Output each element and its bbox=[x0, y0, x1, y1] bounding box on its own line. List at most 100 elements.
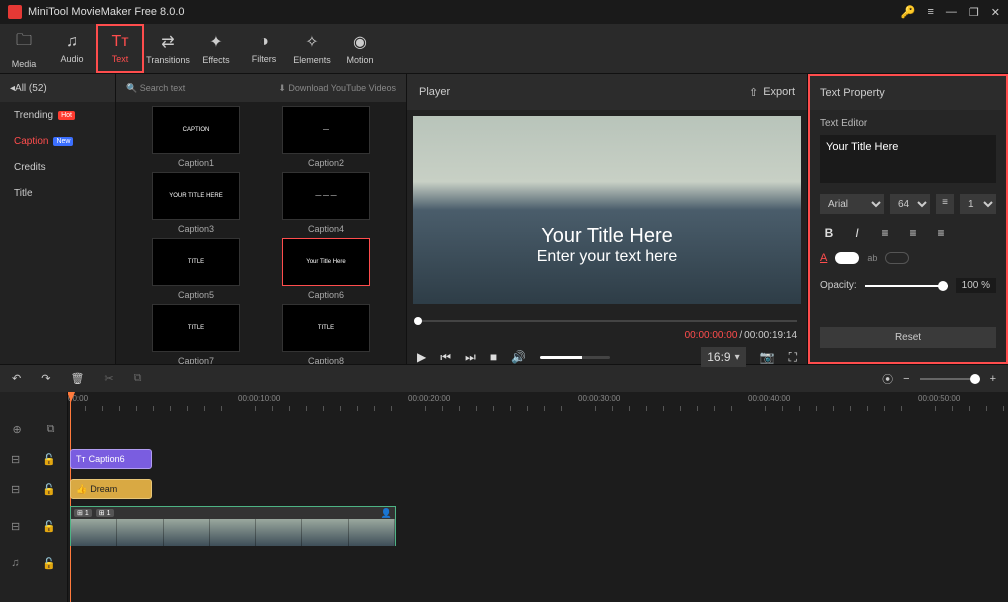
caption-clip[interactable]: TᴛCaption6 bbox=[70, 449, 152, 469]
font-color-button[interactable]: A bbox=[820, 252, 827, 264]
caption-thumb[interactable]: — — — bbox=[282, 172, 370, 220]
text-editor-input[interactable]: Your Title Here bbox=[820, 135, 996, 183]
track-lock-3[interactable]: 🔓 bbox=[42, 520, 56, 533]
caption-item[interactable]: — — — Caption4 bbox=[266, 172, 386, 234]
sidebar-caption[interactable]: CaptionNew bbox=[0, 128, 115, 154]
align-right-button[interactable]: ≡ bbox=[932, 224, 950, 242]
line-select[interactable]: 1 bbox=[960, 194, 996, 214]
track-audio-icon[interactable]: ♫ bbox=[11, 557, 19, 569]
caption-thumb[interactable]: YOUR TITLE HERE bbox=[152, 172, 240, 220]
crop-button[interactable]: ⧉ bbox=[134, 372, 142, 385]
download-link[interactable]: ⬇ Download YouTube Videos bbox=[278, 83, 396, 94]
zoom-slider[interactable] bbox=[920, 378, 980, 380]
audio-clip[interactable]: 👍Dream bbox=[70, 479, 152, 499]
opacity-label: Opacity: bbox=[820, 280, 857, 291]
caption-thumb[interactable]: — bbox=[282, 106, 370, 154]
audio-track[interactable]: 👍Dream bbox=[68, 474, 1008, 504]
sidebar-title[interactable]: Title bbox=[0, 180, 115, 206]
maximize-button[interactable]: ❐ bbox=[969, 6, 979, 19]
align-left-button[interactable]: ≡ bbox=[876, 224, 894, 242]
key-icon[interactable]: 🔑 bbox=[901, 5, 916, 19]
player-viewport[interactable]: Your Title Here Enter your text here bbox=[413, 116, 801, 304]
caption-item[interactable]: —Caption2 bbox=[266, 106, 386, 168]
video-track[interactable]: ⊞ 1⊞ 1👤 bbox=[68, 504, 1008, 548]
track-lock-1[interactable]: 🔓 bbox=[42, 453, 56, 466]
caption-thumb[interactable]: TITLE bbox=[282, 304, 370, 352]
caption-item[interactable]: CAPTIONCaption1 bbox=[136, 106, 256, 168]
caption-item[interactable]: YOUR TITLE HERECaption3 bbox=[136, 172, 256, 234]
stop-button[interactable]: ■ bbox=[490, 350, 497, 364]
track-visible-3[interactable]: ⊟ bbox=[11, 520, 20, 533]
caption-name: Caption4 bbox=[308, 224, 344, 234]
reset-button[interactable]: Reset bbox=[820, 327, 996, 348]
export-button[interactable]: ⇧Export bbox=[749, 86, 795, 99]
bold-button[interactable]: B bbox=[820, 224, 838, 242]
caption-item[interactable]: TITLECaption5 bbox=[136, 238, 256, 300]
close-button[interactable]: ✕ bbox=[991, 6, 1000, 19]
volume-icon[interactable]: 🔊 bbox=[511, 350, 526, 364]
sidebar-credits[interactable]: Credits bbox=[0, 154, 115, 180]
aspect-ratio-select[interactable]: 16:9 ▾ bbox=[701, 347, 745, 367]
highlight-button[interactable]: ab bbox=[867, 253, 877, 263]
cut-button[interactable]: ✂ bbox=[104, 372, 113, 385]
add-track-button[interactable]: ⊕ bbox=[12, 423, 21, 436]
toolbar-motion[interactable]: ◉Motion bbox=[336, 24, 384, 73]
caption-thumb[interactable]: TITLE bbox=[152, 238, 240, 286]
align-button[interactable]: ⦿ bbox=[882, 371, 893, 387]
redo-button[interactable]: ↷ bbox=[41, 372, 50, 385]
play-button[interactable]: ▶ bbox=[417, 350, 426, 364]
search-text[interactable]: 🔍 Search text bbox=[126, 83, 185, 94]
prev-button[interactable]: ⏮ bbox=[440, 350, 451, 365]
font-select[interactable]: Arial bbox=[820, 194, 884, 214]
caption-grid: CAPTIONCaption1—Caption2YOUR TITLE HEREC… bbox=[116, 102, 406, 364]
caption-thumb[interactable]: Your Title Here bbox=[282, 238, 370, 286]
sidebar-trending[interactable]: TrendingHot bbox=[0, 102, 115, 128]
video-clip[interactable]: ⊞ 1⊞ 1👤 bbox=[70, 506, 396, 546]
caption-thumb[interactable]: CAPTION bbox=[152, 106, 240, 154]
caption-item[interactable]: Your Title HereCaption6 bbox=[266, 238, 386, 300]
dup-track-button[interactable]: ⧉ bbox=[47, 423, 55, 436]
timeline: ⊕ ⧉ ⊟ 🔓 ⊟ 🔓 ⊟ 🔓 ♫ 🔓 00:0000:00:10:0000:00:20:… bbox=[0, 392, 1008, 602]
snapshot-button[interactable]: 📷 bbox=[760, 350, 775, 364]
prop-header: Text Property bbox=[810, 76, 1006, 110]
main-toolbar: 🗀Media ♫Audio TᴛText ⇄Transitions ✦Effec… bbox=[0, 24, 1008, 74]
toolbar-transitions[interactable]: ⇄Transitions bbox=[144, 24, 192, 73]
toolbar-text[interactable]: TᴛText bbox=[96, 24, 144, 73]
sidebar-all[interactable]: ◂ All (52) bbox=[0, 74, 115, 102]
undo-button[interactable]: ↶ bbox=[12, 372, 21, 385]
track-visible-1[interactable]: ⊟ bbox=[11, 453, 20, 466]
timeline-ruler[interactable]: 00:0000:00:10:0000:00:20:0000:00:30:0000… bbox=[68, 392, 1008, 414]
font-color-swatch[interactable] bbox=[835, 252, 859, 264]
zoom-in-button[interactable]: + bbox=[990, 373, 996, 385]
toolbar-filters[interactable]: ◑Filters bbox=[240, 24, 288, 73]
volume-slider[interactable] bbox=[540, 356, 610, 359]
italic-button[interactable]: I bbox=[848, 224, 866, 242]
align-center-button[interactable]: ≡ bbox=[904, 224, 922, 242]
line-spacing-icon[interactable]: ≡ bbox=[936, 194, 954, 214]
track-lock-4[interactable]: 🔓 bbox=[42, 557, 56, 570]
next-button[interactable]: ⏭ bbox=[465, 350, 476, 365]
audio-clip-icon: 👍 bbox=[76, 484, 87, 495]
music-icon: ♫ bbox=[66, 33, 78, 51]
text-icon: Tᴛ bbox=[111, 33, 128, 51]
track-lock-2[interactable]: 🔓 bbox=[42, 483, 56, 496]
toolbar-elements[interactable]: ✧Elements bbox=[288, 24, 336, 73]
caption-thumb[interactable]: TITLE bbox=[152, 304, 240, 352]
toolbar-audio[interactable]: ♫Audio bbox=[48, 24, 96, 73]
size-select[interactable]: 64 bbox=[890, 194, 930, 214]
fullscreen-button[interactable]: ⛶ bbox=[789, 350, 797, 365]
track-visible-2[interactable]: ⊟ bbox=[11, 483, 20, 496]
hamburger-icon[interactable]: ≡ bbox=[927, 6, 933, 18]
highlight-swatch[interactable] bbox=[885, 252, 909, 264]
text-track[interactable]: TᴛCaption6 bbox=[68, 444, 1008, 474]
delete-button[interactable]: 🗑 bbox=[70, 372, 84, 385]
music-track[interactable] bbox=[68, 548, 1008, 578]
caption-item[interactable]: TITLECaption7 bbox=[136, 304, 256, 364]
caption-item[interactable]: TITLECaption8 bbox=[266, 304, 386, 364]
progress-bar[interactable] bbox=[417, 320, 797, 322]
toolbar-media[interactable]: 🗀Media bbox=[0, 24, 48, 73]
zoom-out-button[interactable]: − bbox=[903, 373, 909, 385]
toolbar-effects[interactable]: ✦Effects bbox=[192, 24, 240, 73]
opacity-slider[interactable] bbox=[865, 285, 948, 287]
minimize-button[interactable]: — bbox=[946, 6, 957, 18]
